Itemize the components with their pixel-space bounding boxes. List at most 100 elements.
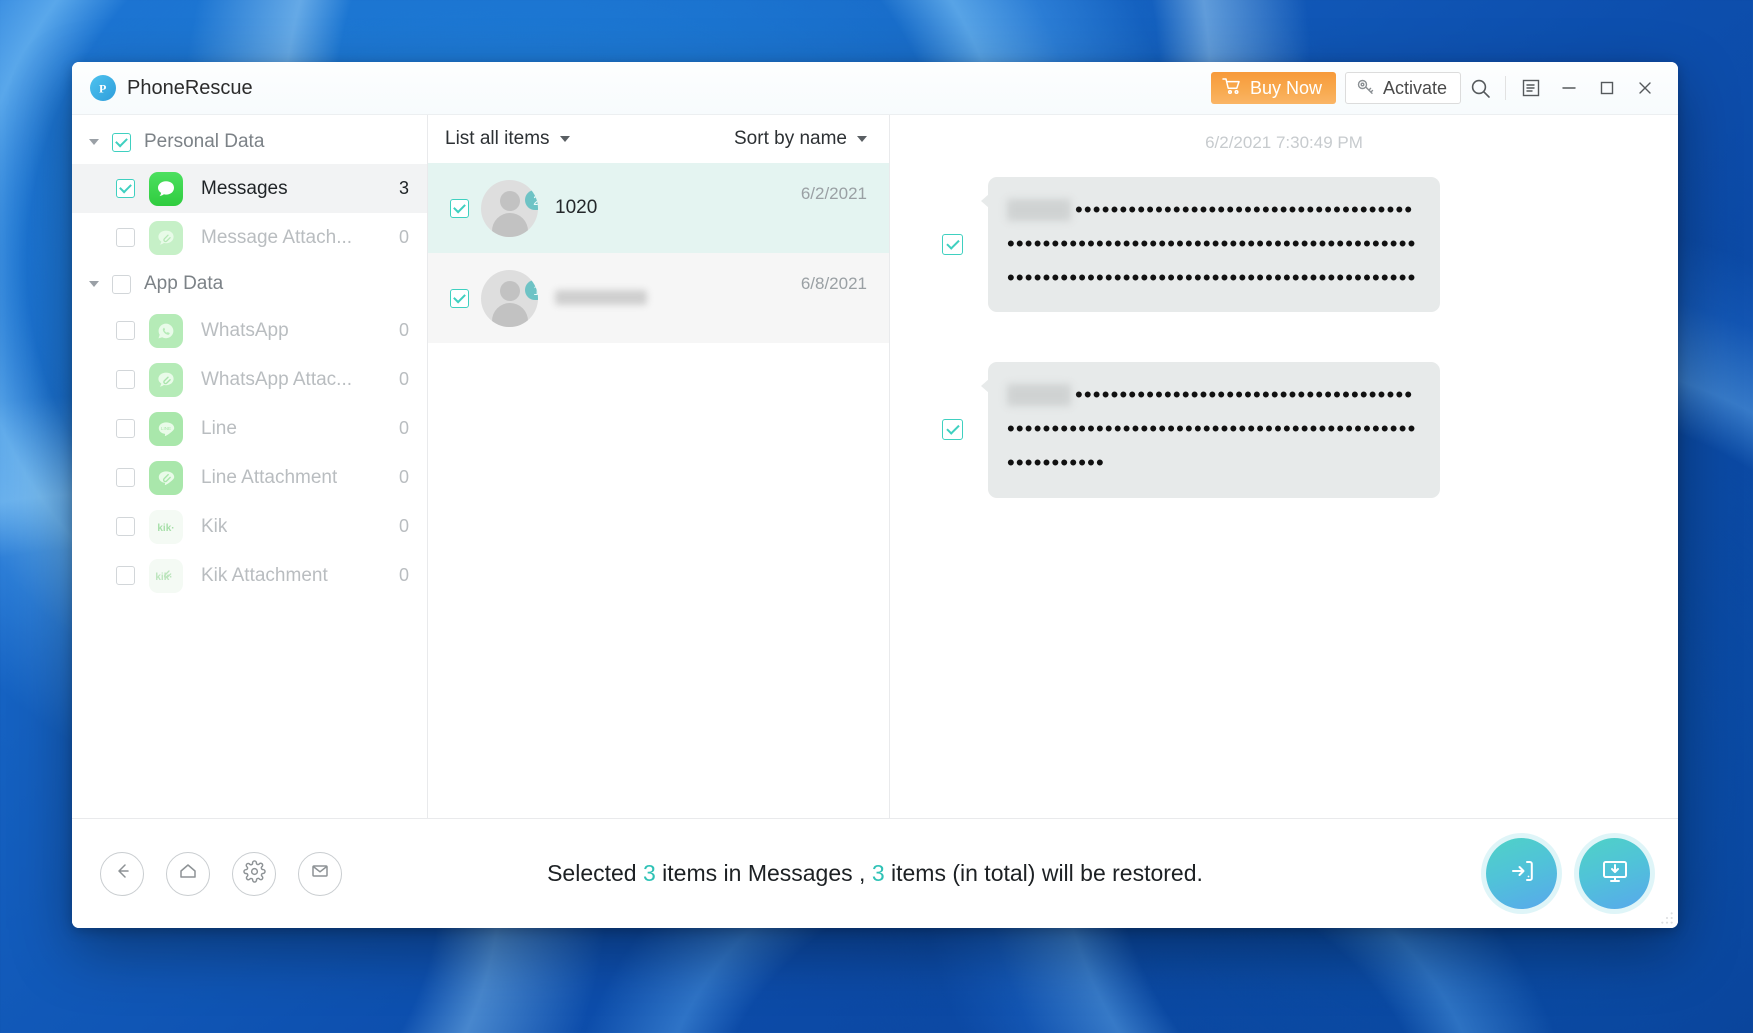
activate-label: Activate [1382, 77, 1447, 98]
chevron-down-icon[interactable] [85, 133, 103, 151]
svg-text:LINE: LINE [161, 425, 171, 430]
activate-button[interactable]: Activate [1344, 72, 1461, 104]
kik-icon: kik· [149, 509, 183, 544]
svg-text:kik·: kik· [157, 523, 174, 534]
avatar: 1 [481, 269, 538, 327]
sidebar-item-count: 0 [398, 516, 409, 536]
svg-text:P: P [99, 82, 106, 96]
conversation-text: 1020 [555, 197, 791, 219]
line-icon: LINE [149, 411, 183, 446]
sidebar-group-personal-data[interactable]: Personal Data [72, 120, 427, 164]
sidebar-item-label: Messages [201, 177, 288, 199]
filter-dropdown[interactable]: List all items [445, 128, 570, 150]
key-icon [1356, 77, 1376, 100]
status-suffix: items (in total) will be restored. [884, 860, 1203, 886]
sidebar-item-whatsapp-attachments[interactable]: WhatsApp Attac... 0 [72, 355, 427, 404]
buy-now-label: Buy Now [1249, 77, 1322, 98]
phonerescue-window: P PhoneRescue Buy Now Activate Personal … [72, 62, 1678, 928]
sidebar-item-checkbox[interactable] [116, 517, 135, 536]
avatar: 2 [481, 179, 538, 237]
back-arrow-icon [111, 860, 133, 887]
sort-dropdown[interactable]: Sort by name [734, 128, 867, 150]
sidebar-item-kik-attachment[interactable]: kik· Kik Attachment 0 [72, 551, 427, 600]
messages-icon [149, 171, 183, 206]
sidebar-item-label: Kik Attachment [201, 564, 328, 586]
menu-list-icon[interactable] [1512, 69, 1550, 107]
sidebar-group-checkbox[interactable] [112, 132, 131, 152]
sidebar-item-checkbox[interactable] [116, 419, 135, 438]
sidebar-item-line-attachment[interactable]: Line Attachment 0 [72, 453, 427, 502]
kik-attachment-icon: kik· [149, 558, 183, 593]
sidebar-group-app-data[interactable]: App Data [72, 262, 427, 306]
status-count-selected: 3 [643, 860, 656, 886]
sidebar-item-count: 0 [398, 227, 409, 247]
conversation-date: 6/2/2021 [800, 184, 867, 203]
cart-icon [1222, 77, 1242, 100]
window-body: Personal Data Messages 3 Message Attach.… [72, 115, 1678, 818]
conversation-text [555, 289, 791, 307]
home-button[interactable] [166, 851, 210, 896]
footer-toolbar: Selected 3 items in Messages , 3 items (… [72, 818, 1678, 928]
sidebar-item-label: Line [201, 417, 237, 439]
sidebar-item-count: 0 [398, 369, 409, 389]
buy-now-button[interactable]: Buy Now [1210, 72, 1336, 104]
sidebar-item-count: 0 [398, 467, 409, 487]
sidebar-item-message-attachments[interactable]: Message Attach... 0 [72, 213, 427, 262]
sidebar-item-kik[interactable]: kik· Kik 0 [72, 502, 427, 551]
conversation-date: 6/8/2021 [800, 274, 867, 293]
filter-dropdown-label: List all items [445, 128, 550, 149]
whatsapp-icon [149, 313, 183, 348]
settings-button[interactable] [232, 851, 276, 896]
minimize-icon[interactable] [1550, 69, 1588, 107]
line-attachment-icon [149, 460, 183, 495]
sidebar-item-messages[interactable]: Messages 3 [72, 164, 427, 213]
conversation-row[interactable]: 1 6/8/2021 [428, 253, 889, 343]
sender-name-redacted [1007, 384, 1071, 407]
gear-icon [242, 859, 266, 888]
app-title: PhoneRescue [127, 76, 253, 99]
sidebar-item-count: 0 [398, 565, 409, 585]
status-middle: items in Messages , [655, 860, 872, 886]
feedback-button[interactable] [298, 851, 342, 896]
maximize-icon[interactable] [1588, 69, 1626, 107]
conversation-row[interactable]: 2 1020 6/2/2021 [428, 163, 889, 253]
sidebar-item-count: 3 [398, 178, 409, 198]
chevron-down-icon [559, 136, 570, 142]
sidebar-item-checkbox[interactable] [116, 228, 135, 247]
message-row: ••••••••••••••••••••••••••••••••••••••••… [942, 163, 1678, 313]
conversation-checkbox[interactable] [450, 198, 469, 218]
sidebar-group-checkbox[interactable] [112, 274, 131, 294]
sidebar-item-count: 0 [398, 320, 409, 340]
restore-to-device-button[interactable] [1486, 838, 1557, 909]
sidebar-item-line[interactable]: LINE Line 0 [72, 404, 427, 453]
close-icon[interactable] [1626, 69, 1664, 107]
unread-badge: 1 [525, 279, 538, 300]
sidebar-group-label: Personal Data [144, 131, 265, 152]
search-icon[interactable] [1461, 69, 1499, 107]
restore-to-computer-icon [1597, 853, 1633, 894]
chevron-down-icon[interactable] [85, 275, 103, 293]
sidebar-item-checkbox[interactable] [116, 468, 135, 487]
resize-grip-icon[interactable] [1660, 911, 1674, 925]
message-checkbox[interactable] [942, 234, 963, 256]
restore-to-computer-button[interactable] [1579, 838, 1650, 909]
category-sidebar: Personal Data Messages 3 Message Attach.… [72, 115, 428, 818]
whatsapp-attachment-icon [149, 362, 183, 397]
sidebar-item-checkbox[interactable] [116, 370, 135, 389]
sidebar-item-checkbox[interactable] [116, 179, 135, 198]
conversation-detail-panel: 6/2/2021 7:30:49 PM ••••••••••••••••••••… [890, 115, 1678, 818]
sidebar-item-checkbox[interactable] [116, 321, 135, 340]
sidebar-group-label: App Data [144, 273, 224, 294]
message-bubble[interactable]: ••••••••••••••••••••••••••••••••••••••••… [981, 362, 1440, 498]
message-checkbox[interactable] [942, 419, 963, 441]
sidebar-item-label: Line Attachment [201, 466, 338, 488]
mail-icon [309, 860, 331, 887]
message-bubble[interactable]: ••••••••••••••••••••••••••••••••••••••••… [981, 177, 1440, 313]
sidebar-item-whatsapp[interactable]: WhatsApp 0 [72, 306, 427, 355]
conversation-name: 1020 [555, 197, 598, 218]
back-button[interactable] [100, 851, 144, 896]
sidebar-item-label: Message Attach... [201, 226, 353, 248]
sidebar-item-checkbox[interactable] [116, 566, 135, 585]
conversation-checkbox[interactable] [450, 288, 469, 308]
sender-name-redacted [1007, 199, 1071, 221]
